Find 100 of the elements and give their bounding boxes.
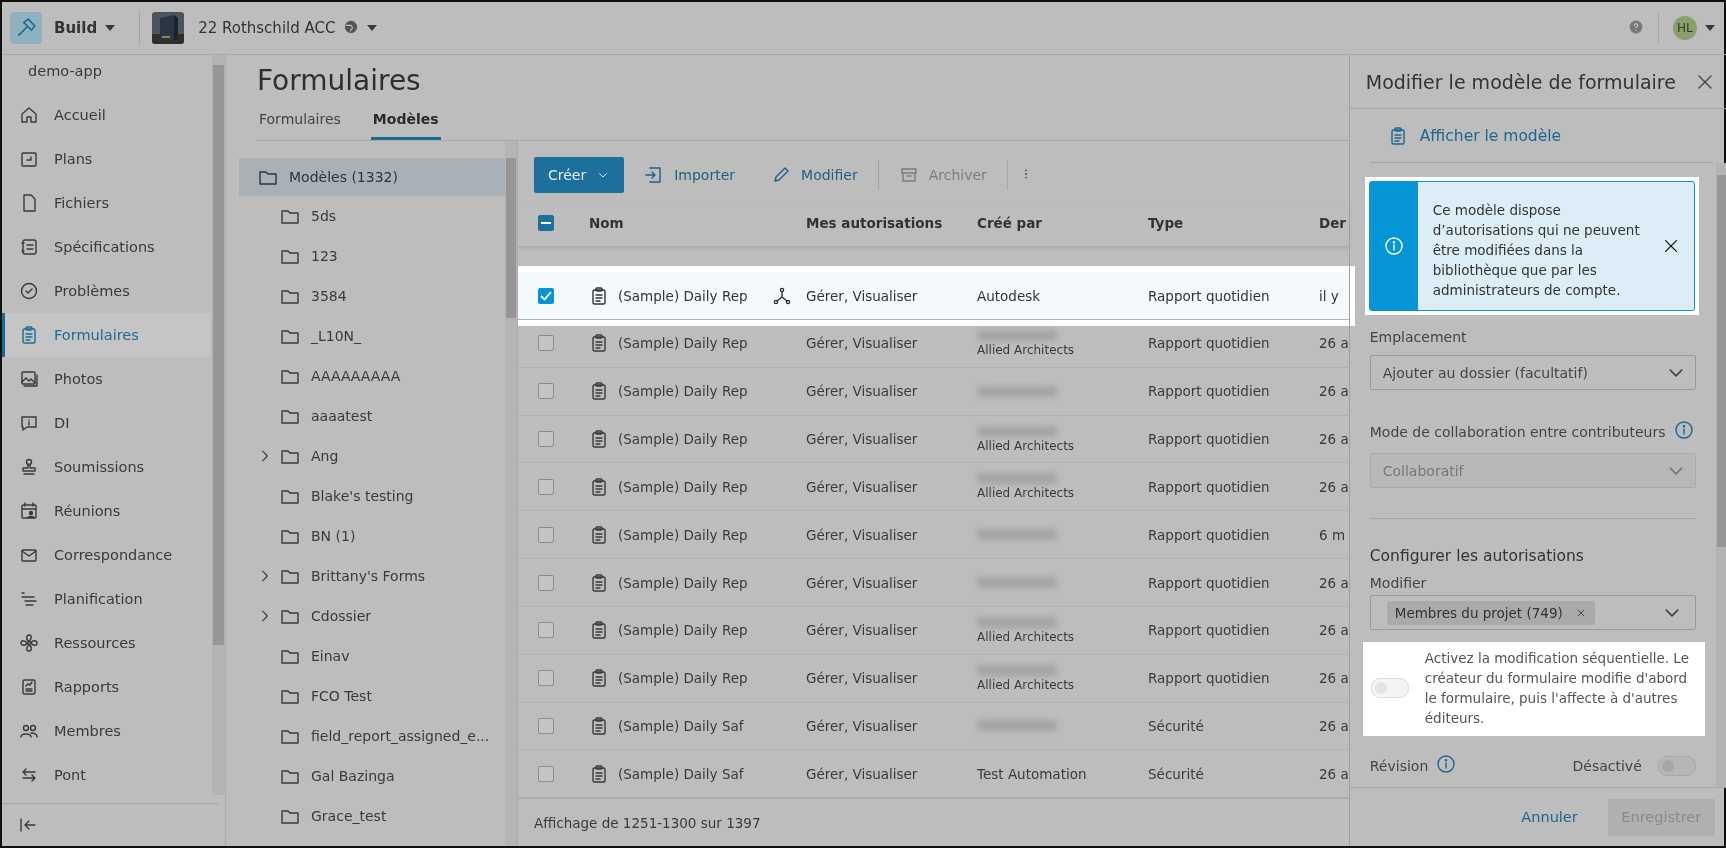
table-cell: 26 a [1319, 478, 1349, 495]
folder-item[interactable]: Einav [239, 636, 517, 676]
table-row[interactable]: (Sample) Daily Rep Gérer, Visualiser Allied Architects Rapport quotidien 26 a [518, 654, 1349, 703]
product-name[interactable]: Build [54, 19, 98, 37]
company-name: Allied Architects [977, 677, 1076, 692]
scrollbar[interactable] [212, 55, 225, 795]
clipboard-icon [589, 715, 609, 736]
project-name[interactable]: 22 Rothschild ACC [198, 19, 336, 37]
table-row[interactable]: (Sample) Daily Rep Gérer, Visualiser Allied Architects Rapport quotidien 26 a [518, 320, 1349, 368]
folder-item[interactable]: aaaatest [239, 396, 517, 436]
type-text: Rapport quotidien [1148, 478, 1270, 495]
nav-item[interactable]: Spécifications [2, 225, 210, 269]
folder-item[interactable]: 123 [239, 236, 517, 276]
folder-item[interactable]: Blake's testing [239, 476, 517, 516]
account-name: demo-app [27, 62, 103, 81]
type-text: Sécurité [1148, 765, 1204, 782]
row-checkbox[interactable] [538, 765, 554, 782]
nav-item[interactable]: Photos [2, 357, 210, 401]
table-row[interactable]: (Sample) Daily Rep Gérer, Visualiser Rapport quotidien 26 a [518, 559, 1349, 607]
chevron-down-icon [1668, 466, 1683, 475]
column-header[interactable]: Der [1319, 215, 1347, 232]
table-row[interactable]: (Sample) Daily Rep Gérer, Visualiser Rapport quotidien 6 m [518, 511, 1349, 560]
select-all-checkbox[interactable] [538, 215, 554, 232]
folder-item[interactable]: Cdossier [239, 596, 517, 636]
template-name: (Sample) Daily Rep [618, 526, 748, 543]
nav-item[interactable]: Pont [2, 753, 210, 797]
member-chip[interactable]: Membres du projet (749) [1386, 600, 1595, 625]
nav-item[interactable]: Ressources [2, 621, 210, 665]
nav-item[interactable]: Rapports [2, 665, 210, 709]
toolbar-button[interactable]: Importer [628, 157, 752, 193]
nav-item[interactable]: Fichiers [2, 181, 210, 225]
toggle-description: Activez la modification séquentielle. Le créateur du formulaire modifie d'abord le formulaire, puis l'affecte à d'autres éditeurs. [1424, 649, 1690, 728]
nav-item[interactable]: Plans [2, 137, 210, 181]
row-checkbox[interactable] [538, 383, 554, 400]
nav-item[interactable]: Membres [2, 709, 210, 753]
column-header[interactable]: Créé par [977, 215, 1042, 232]
info-icon [1383, 236, 1404, 256]
nav-item[interactable]: Correspondance [2, 533, 210, 577]
table-row[interactable]: (Sample) Daily Saf Gérer, Visualiser Test Automation Sécurité 26 a [518, 750, 1349, 799]
cancel-button[interactable]: Annuler [1511, 801, 1588, 833]
tab[interactable]: Modèles [370, 111, 441, 140]
nav-item[interactable]: DI [2, 401, 210, 445]
permissions-text: Gérer, Visualiser [806, 335, 918, 352]
folder-item[interactable]: _L10N_ [239, 316, 517, 356]
table-cell: 6 m [1319, 526, 1346, 543]
folder-item[interactable]: Grace_test [239, 796, 517, 836]
permissions-text: Gérer, Visualiser [806, 670, 918, 687]
creator-name: Autodesk [977, 287, 1042, 304]
permissions-multiselect[interactable]: Membres du projet (749) [1369, 595, 1696, 630]
nav-item[interactable]: Problèmes [2, 269, 210, 313]
folder-item[interactable]: 5ds [239, 196, 517, 236]
row-checkbox[interactable] [538, 335, 554, 352]
row-checkbox[interactable] [538, 670, 554, 687]
caret-icon [1704, 25, 1715, 31]
table-row[interactable]: (Sample) Daily Rep Gérer, Visualiser Allied Architects Rapport quotidien 26 a [518, 606, 1349, 655]
folder-item[interactable]: Brittany's Forms [239, 556, 517, 596]
hammer-icon[interactable] [10, 12, 42, 44]
column-header[interactable]: Type [1148, 215, 1184, 232]
view-template-link[interactable]: Afficher le modèle [1369, 109, 1713, 163]
table-row[interactable]: (Sample) Daily Saf Gérer, Visualiser Sécurité 26 a [518, 702, 1349, 751]
template-name: (Sample) Daily Rep [618, 478, 748, 495]
location-dropdown[interactable]: Ajouter au dossier (facultatif) [1369, 355, 1696, 390]
row-checkbox[interactable] [538, 717, 554, 734]
table-cell: 26 a [1319, 574, 1349, 591]
nav-item[interactable]: Formulaires [2, 313, 210, 357]
nav-item[interactable]: Soumissions [2, 445, 210, 489]
table-row[interactable]: (Sample) Daily Rep Gérer, Visualiser Allied Architects Rapport quotidien 26 a [518, 415, 1349, 464]
nav-item[interactable]: Accueil [2, 93, 210, 137]
company-name: Allied Architects [977, 629, 1076, 644]
permissions-text: Gérer, Visualiser [806, 383, 918, 400]
folder-item[interactable]: FCO Test [239, 676, 517, 716]
column-header[interactable]: Nom [589, 215, 624, 232]
folder-item[interactable]: Gal Bazinga [239, 756, 517, 796]
folder-item[interactable]: AAAAAAAAA [239, 356, 517, 396]
folder-row[interactable]: Modèles (1332) [239, 158, 506, 196]
user-avatar[interactable]: HL [1672, 16, 1697, 40]
plan-icon [19, 149, 39, 169]
toolbar-button[interactable]: Créer [534, 157, 625, 193]
folder-item[interactable]: field_report_assigned_e... [239, 716, 517, 756]
panel-title: Modifier le modèle de formulaire [1365, 70, 1676, 93]
scrollbar[interactable] [1715, 163, 1726, 787]
folder-item[interactable]: Ang [239, 436, 517, 476]
toolbar-button[interactable]: Modifier [755, 157, 874, 193]
row-checkbox[interactable] [538, 431, 554, 448]
table-row[interactable]: (Sample) Daily Rep Gérer, Visualiser Allied Architects Rapport quotidien 26 a [518, 463, 1349, 512]
template-name: (Sample) Daily Rep [618, 431, 748, 448]
clipboard-icon [589, 285, 609, 306]
scrollbar[interactable] [505, 141, 517, 846]
table-row[interactable]: (Sample) Daily Rep Gérer, Visualiser Rapport quotidien 26 a [518, 367, 1349, 416]
row-checkbox[interactable] [538, 574, 554, 591]
folder-item[interactable]: 3584 [239, 276, 517, 316]
folder-item[interactable]: BN (1) [239, 516, 517, 556]
nav-item[interactable]: Réunions [2, 489, 210, 533]
row-checkbox[interactable] [538, 287, 554, 304]
column-header[interactable]: Mes autorisations [806, 215, 943, 232]
row-checkbox[interactable] [538, 622, 554, 639]
nav-item[interactable]: Planification [2, 577, 210, 621]
tab[interactable]: Formulaires [257, 111, 343, 140]
row-checkbox[interactable] [538, 478, 554, 495]
row-checkbox[interactable] [538, 526, 554, 543]
